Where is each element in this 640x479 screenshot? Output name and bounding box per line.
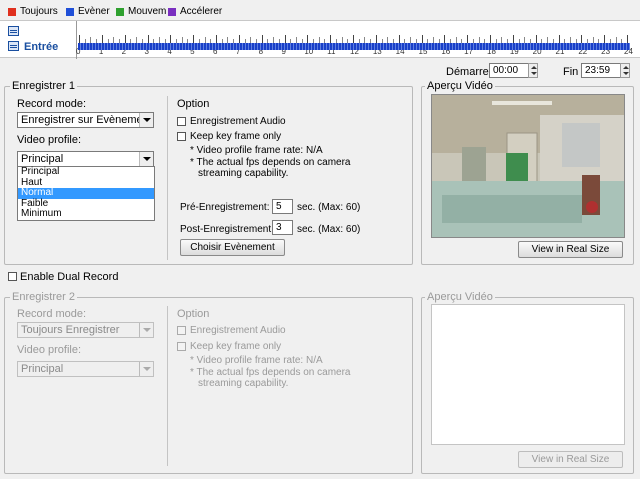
post-record-unit: sec. (Max: 60) xyxy=(297,224,361,235)
end-time-label: Fin xyxy=(563,66,579,78)
video-profile-dropdown[interactable]: Principal Haut Normal Faible Minimum xyxy=(17,166,155,221)
choose-event-button[interactable]: Choisir Evènement xyxy=(180,239,285,256)
record-mode-value: Enregistrer sur Evènement xyxy=(21,114,152,126)
video-profile-value: Principal xyxy=(21,153,64,165)
fps-2-note: * The actual fps depends on camera xyxy=(190,367,351,378)
group-divider xyxy=(167,96,168,260)
end-time-input[interactable]: 23:59 xyxy=(581,63,621,78)
legend-label: Mouvem xyxy=(128,6,167,17)
dual-record-label: Enable Dual Record xyxy=(20,271,119,283)
option-2-title: Option xyxy=(177,308,210,320)
option-title: Option xyxy=(177,98,210,110)
video-profile-2-label: Video profile: xyxy=(17,344,82,356)
chevron-down-icon[interactable] xyxy=(139,323,153,337)
fps-note-cont: streaming capability. xyxy=(198,168,289,179)
end-time-spinner[interactable] xyxy=(620,63,630,78)
frame-rate-2-note: * Video profile frame rate: N/A xyxy=(190,355,323,366)
record-mode-2-value: Toujours Enregistrer xyxy=(21,324,120,336)
grid-icon xyxy=(8,26,19,36)
legend-label: Toujours xyxy=(20,6,58,17)
pre-record-unit: sec. (Max: 60) xyxy=(297,202,361,213)
start-time-label: Démarrer xyxy=(446,66,493,78)
keyframe-label: Keep key frame only xyxy=(190,131,282,142)
dropdown-option[interactable]: Minimum xyxy=(18,209,154,220)
legend-label: Evèner xyxy=(78,6,110,17)
legend-swatch xyxy=(66,7,74,16)
record-mode-select[interactable]: Enregistrer sur Evènement xyxy=(17,112,154,128)
legend-item-event: Evèner xyxy=(66,6,110,17)
event-record-bar[interactable] xyxy=(78,43,630,50)
record-mode-label: Record mode: xyxy=(17,98,87,110)
chevron-down-icon[interactable] xyxy=(139,362,153,376)
view-real-size-button-2[interactable]: View in Real Size xyxy=(518,451,623,468)
dual-record-checkbox[interactable] xyxy=(8,272,17,281)
keyframe-2-label: Keep key frame only xyxy=(190,341,282,352)
legend-swatch xyxy=(116,7,124,16)
dropdown-option[interactable]: Principal xyxy=(18,166,154,178)
post-record-input[interactable]: 3 xyxy=(272,220,293,235)
start-time-spinner[interactable] xyxy=(528,63,538,78)
fps-note: * The actual fps depends on camera xyxy=(190,157,351,168)
video-preview-2-title: Aperçu Vidéo xyxy=(425,291,495,303)
pre-record-input[interactable]: 5 xyxy=(272,199,293,214)
video-profile-label: Video profile: xyxy=(17,134,82,146)
fps-2-note-cont: streaming capability. xyxy=(198,378,289,389)
schedule-timeline[interactable]: Entrée 0 1 2 3 4 5 6 7 8 9 10 11 12 13 14 15 16 17 18 19 20 2… xyxy=(0,20,640,59)
legend-swatch xyxy=(168,7,176,16)
legend-item-motion: Mouvem xyxy=(116,6,166,17)
video-profile-2-select[interactable]: Principal xyxy=(17,361,154,377)
video-profile-2-value: Principal xyxy=(21,363,64,375)
camera-scene xyxy=(432,95,624,237)
pre-record-label: Pré-Enregistrement: xyxy=(180,202,270,213)
group-divider xyxy=(167,306,168,466)
view-real-size-button-1[interactable]: View in Real Size xyxy=(518,241,623,258)
legend-item-accelerate: Accélerer xyxy=(168,6,222,17)
keyframe-2-checkbox[interactable] xyxy=(177,342,186,351)
legend-swatch xyxy=(8,7,16,16)
camera-preview-2-empty xyxy=(431,304,625,445)
keyframe-checkbox[interactable] xyxy=(177,132,186,141)
video-preview-1-title: Aperçu Vidéo xyxy=(425,80,495,92)
record-2-title: Enregistrer 2 xyxy=(10,291,77,303)
audio-checkbox[interactable] xyxy=(177,117,186,126)
record-mode-2-select[interactable]: Toujours Enregistrer xyxy=(17,322,154,338)
chevron-down-icon[interactable] xyxy=(139,152,153,166)
post-record-label: Post-Enregistrement: xyxy=(180,224,274,235)
legend-item-toujours: Toujours xyxy=(8,6,58,17)
camera-row-icon xyxy=(8,41,19,51)
camera-preview-image xyxy=(431,94,625,238)
legend-label: Accélerer xyxy=(180,6,223,17)
record-mode-2-label: Record mode: xyxy=(17,308,87,320)
audio-label: Enregistrement Audio xyxy=(190,116,286,127)
audio-2-checkbox[interactable] xyxy=(177,326,186,335)
timeline-row-label[interactable]: Entrée xyxy=(24,41,58,53)
video-profile-select[interactable]: Principal xyxy=(17,151,154,167)
record-1-title: Enregistrer 1 xyxy=(10,80,77,92)
start-time-input[interactable]: 00:00 xyxy=(489,63,529,78)
audio-2-label: Enregistrement Audio xyxy=(190,325,286,336)
frame-rate-note: * Video profile frame rate: N/A xyxy=(190,145,323,156)
chevron-down-icon[interactable] xyxy=(139,113,153,127)
